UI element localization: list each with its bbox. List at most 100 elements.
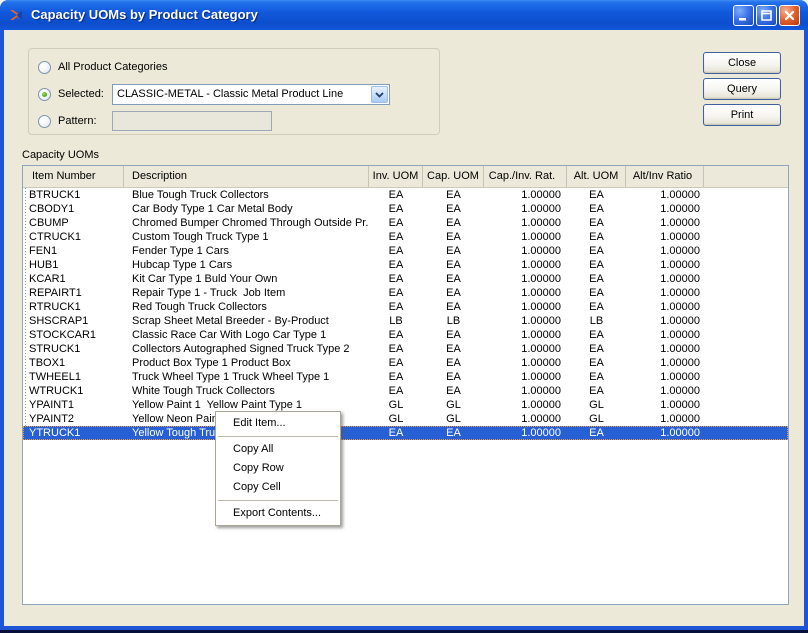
radio-pattern[interactable] <box>38 115 51 128</box>
cell: 1.00000 <box>626 258 704 272</box>
cell: EA <box>369 230 423 244</box>
cell: EA <box>423 328 484 342</box>
cell: LB <box>369 314 423 328</box>
cell: CBUMP <box>23 216 124 230</box>
column-header-alt-uom[interactable]: Alt. UOM <box>567 166 626 187</box>
cell: 1.00000 <box>484 342 567 356</box>
cell-filler <box>704 300 788 314</box>
table-row[interactable]: YTRUCK1Yellow Tough Truck CollectorsEAEA… <box>23 426 788 440</box>
capacity-uoms-table: Item Number Description Inv. UOM Cap. UO… <box>22 165 789 605</box>
table-row[interactable]: TWHEEL1Truck Wheel Type 1 Truck Wheel Ty… <box>23 370 788 384</box>
table-row[interactable]: RTRUCK1Red Tough Truck CollectorsEAEA1.0… <box>23 300 788 314</box>
cell: 1.00000 <box>484 356 567 370</box>
menu-item-copy-row[interactable]: Copy Row <box>216 459 340 478</box>
menu-item-copy-cell[interactable]: Copy Cell <box>216 478 340 497</box>
table-row[interactable]: STRUCK1Collectors Autographed Signed Tru… <box>23 342 788 356</box>
table-row[interactable]: HUB1Hubcap Type 1 CarsEAEA1.00000EA1.000… <box>23 258 788 272</box>
cell: Classic Race Car With Logo Car Type 1 <box>124 328 369 342</box>
column-header-alt-inv-ratio[interactable]: Alt/Inv Ratio <box>626 166 704 187</box>
cell: REPAIRT1 <box>23 286 124 300</box>
cell-filler <box>704 244 788 258</box>
query-button[interactable]: Query <box>703 78 781 100</box>
cell: Blue Tough Truck Collectors <box>124 188 369 202</box>
table-row[interactable]: REPAIRT1Repair Type 1 - Truck Job ItemEA… <box>23 286 788 300</box>
minimize-button[interactable] <box>733 5 754 26</box>
cell: FEN1 <box>23 244 124 258</box>
table-row[interactable]: WTRUCK1White Tough Truck CollectorsEAEA1… <box>23 384 788 398</box>
cell: Custom Tough Truck Type 1 <box>124 230 369 244</box>
cell: EA <box>567 230 626 244</box>
table-row[interactable]: CBODY1Car Body Type 1 Car Metal BodyEAEA… <box>23 202 788 216</box>
cell: BTRUCK1 <box>23 188 124 202</box>
cell: Fender Type 1 Cars <box>124 244 369 258</box>
cell: 1.00000 <box>484 258 567 272</box>
cell: 1.00000 <box>626 356 704 370</box>
column-header-description[interactable]: Description <box>124 166 369 187</box>
cell: EA <box>423 230 484 244</box>
cell: EA <box>567 328 626 342</box>
table-row[interactable]: CTRUCK1Custom Tough Truck Type 1EAEA1.00… <box>23 230 788 244</box>
cell: EA <box>567 300 626 314</box>
chevron-down-icon <box>375 92 384 98</box>
menu-item-export-contents[interactable]: Export Contents... <box>216 504 340 523</box>
table-row[interactable]: BTRUCK1Blue Tough Truck CollectorsEAEA1.… <box>23 188 788 202</box>
cell-filler <box>704 314 788 328</box>
column-header-filler <box>704 166 788 187</box>
cell: SHSCRAP1 <box>23 314 124 328</box>
cell-filler <box>704 426 788 440</box>
dialog-close-button[interactable]: Close <box>703 52 781 74</box>
pattern-input[interactable] <box>112 111 272 131</box>
close-icon-button[interactable] <box>779 5 800 26</box>
table-row[interactable]: TBOX1Product Box Type 1 Product BoxEAEA1… <box>23 356 788 370</box>
category-select[interactable]: CLASSIC-METAL - Classic Metal Product Li… <box>112 84 390 105</box>
column-header-cap-inv-rat[interactable]: Cap./Inv. Rat. <box>484 166 567 187</box>
cell: 1.00000 <box>626 300 704 314</box>
cell: 1.00000 <box>626 244 704 258</box>
maximize-button[interactable] <box>756 5 777 26</box>
table-row[interactable]: YPAINT2Yellow Neon PaintGLGL1.00000GL1.0… <box>23 412 788 426</box>
cell-filler <box>704 230 788 244</box>
minimize-icon <box>737 9 750 22</box>
cell: 1.00000 <box>484 202 567 216</box>
cell-filler <box>704 216 788 230</box>
cell: Repair Type 1 - Truck Job Item <box>124 286 369 300</box>
cell: EA <box>567 370 626 384</box>
maximize-icon <box>760 9 773 22</box>
cell: EA <box>369 384 423 398</box>
radio-all-product-categories[interactable] <box>38 61 51 74</box>
cell: CBODY1 <box>23 202 124 216</box>
cell: 1.00000 <box>484 272 567 286</box>
cell: EA <box>567 426 626 440</box>
table-row[interactable]: CBUMPChromed Bumper Chromed Through Outs… <box>23 216 788 230</box>
cell: EA <box>423 342 484 356</box>
table-row[interactable]: SHSCRAP1Scrap Sheet Metal Breeder - By-P… <box>23 314 788 328</box>
radio-selected[interactable] <box>38 88 51 101</box>
category-select-value: CLASSIC-METAL - Classic Metal Product Li… <box>117 88 343 100</box>
cell: EA <box>369 258 423 272</box>
cell: 1.00000 <box>626 370 704 384</box>
column-header-item-number[interactable]: Item Number <box>23 166 124 187</box>
cell: EA <box>369 426 423 440</box>
cell: TWHEEL1 <box>23 370 124 384</box>
table-row[interactable]: YPAINT1Yellow Paint 1 Yellow Paint Type … <box>23 398 788 412</box>
column-header-inv-uom[interactable]: Inv. UOM <box>369 166 423 187</box>
table-row[interactable]: KCAR1Kit Car Type 1 Buld Your OwnEAEA1.0… <box>23 272 788 286</box>
dropdown-button[interactable] <box>371 86 388 103</box>
cell: Collectors Autographed Signed Truck Type… <box>124 342 369 356</box>
cell: 1.00000 <box>484 328 567 342</box>
print-button[interactable]: Print <box>703 104 781 126</box>
cell: 1.00000 <box>484 188 567 202</box>
cell: STOCKCAR1 <box>23 328 124 342</box>
cell: Scrap Sheet Metal Breeder - By-Product <box>124 314 369 328</box>
cell: EA <box>423 300 484 314</box>
menu-separator <box>218 500 338 501</box>
column-header-cap-uom[interactable]: Cap. UOM <box>423 166 484 187</box>
radio-all-label: All Product Categories <box>58 61 167 73</box>
table-row[interactable]: STOCKCAR1Classic Race Car With Logo Car … <box>23 328 788 342</box>
menu-item-copy-all[interactable]: Copy All <box>216 440 340 459</box>
menu-item-edit-item[interactable]: Edit Item... <box>216 414 340 433</box>
cell-filler <box>704 286 788 300</box>
table-row[interactable]: FEN1Fender Type 1 CarsEAEA1.00000EA1.000… <box>23 244 788 258</box>
cell: EA <box>369 328 423 342</box>
cell: EA <box>423 216 484 230</box>
